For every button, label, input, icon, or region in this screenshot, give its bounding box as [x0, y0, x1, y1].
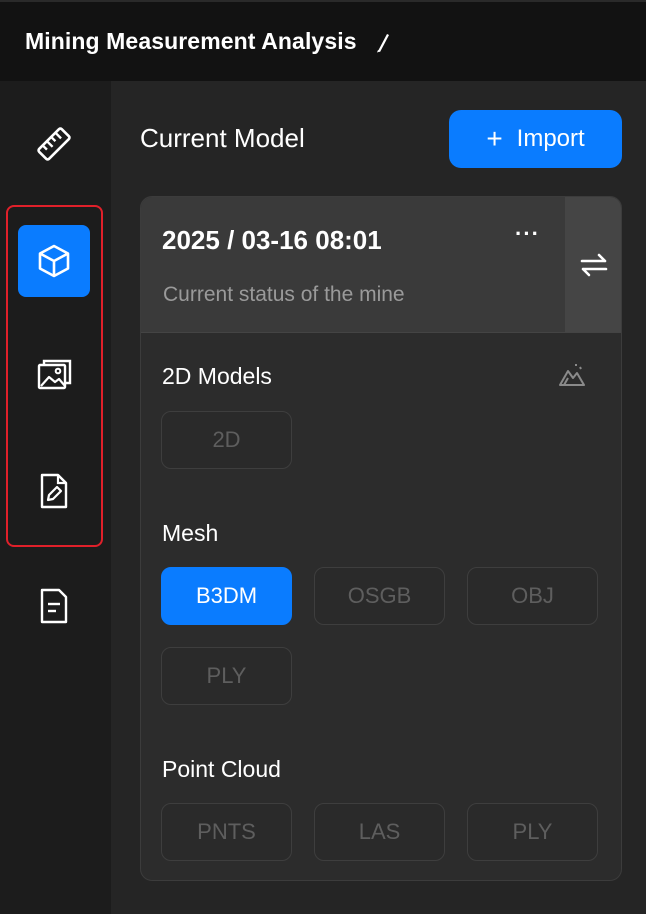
model-card-header[interactable]	[141, 197, 565, 332]
plus-icon: +	[486, 123, 503, 154]
sidebar	[0, 81, 111, 914]
divider	[141, 332, 621, 333]
sidebar-item-report[interactable]	[18, 570, 90, 642]
app-title: Mining Measurement Analysis	[25, 28, 357, 54]
swap-button[interactable]	[565, 197, 621, 332]
section-title-mesh: Mesh	[162, 520, 219, 546]
chip-obj[interactable]: OBJ	[467, 567, 598, 625]
model-subtitle: Current status of the mine	[163, 283, 405, 306]
more-options-icon[interactable]: ···	[515, 221, 540, 247]
selection-highlight	[6, 205, 103, 547]
document-icon	[40, 588, 68, 624]
section-title-point-cloud: Point Cloud	[162, 756, 281, 782]
sidebar-item-measure[interactable]	[18, 108, 90, 180]
chip-osgb[interactable]: OSGB	[314, 567, 445, 625]
import-label: Import	[516, 125, 585, 152]
title-bar: Mining Measurement Analysis	[0, 0, 646, 81]
chip-pnts[interactable]: PNTS	[161, 803, 292, 861]
chip-b3dm[interactable]: B3DM	[161, 567, 292, 625]
model-timestamp: 2025 / 03-16 08:01	[162, 225, 382, 255]
swap-icon	[580, 253, 608, 276]
chip-las[interactable]: LAS	[314, 803, 445, 861]
import-button[interactable]: + Import	[449, 110, 622, 168]
chip-2d[interactable]: 2D	[161, 411, 292, 469]
pencil-icon[interactable]	[375, 31, 391, 53]
main-panel: Current Model + Import 2025 / 03-16 08:0…	[111, 81, 646, 914]
ruler-icon	[37, 127, 71, 161]
section-title-2d-models: 2D Models	[162, 363, 272, 389]
chip-ply-point-cloud[interactable]: PLY	[467, 803, 598, 861]
terrain-icon[interactable]	[558, 362, 586, 388]
chip-ply-mesh[interactable]: PLY	[161, 647, 292, 705]
page-title: Current Model	[140, 123, 305, 153]
model-card: 2025 / 03-16 08:01 ··· Current status of…	[140, 196, 622, 881]
